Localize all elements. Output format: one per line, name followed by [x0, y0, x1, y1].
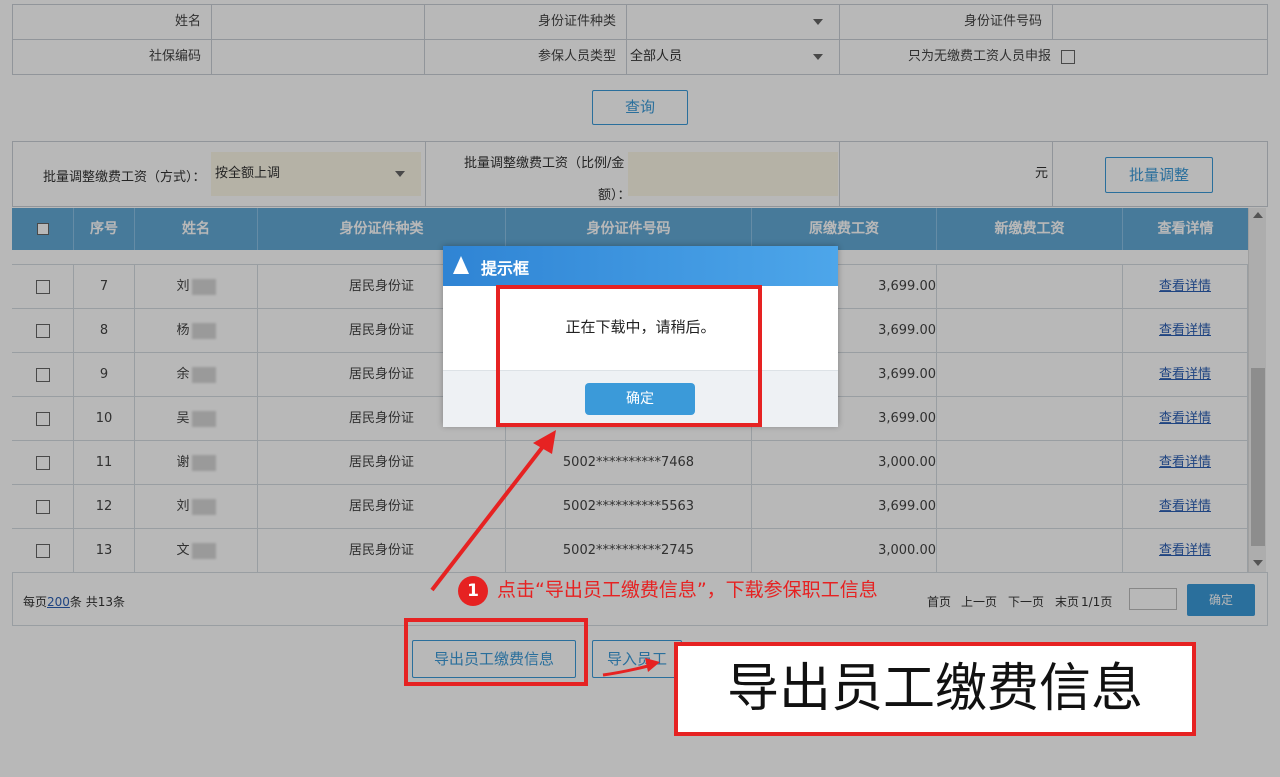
big-export-label: 导出员工缴费信息 — [674, 642, 1196, 736]
pointer-arrowhead — [533, 430, 556, 454]
step-number-badge: 1 — [458, 576, 488, 606]
pointer-arrow-line — [430, 438, 550, 592]
step-instruction: 点击“导出员工缴费信息”，下载参保职工信息 — [497, 579, 878, 601]
curved-arrow — [602, 663, 653, 677]
curved-arrowhead — [645, 658, 660, 672]
